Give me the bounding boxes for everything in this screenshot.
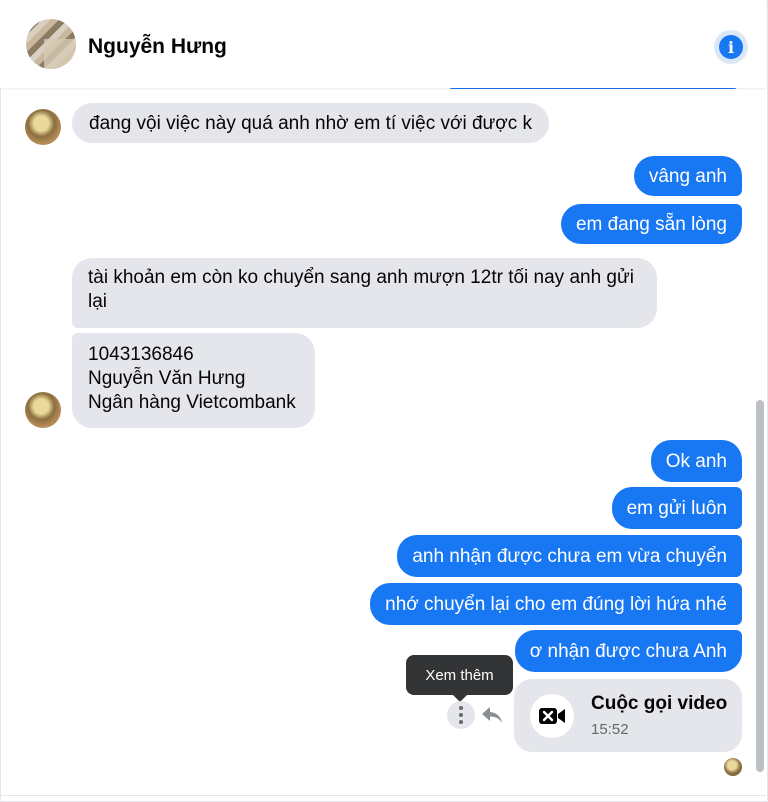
divider <box>0 795 766 796</box>
message-bubble-incoming[interactable]: 1043136846 Nguyễn Văn Hưng Ngân hàng Vie… <box>72 333 315 428</box>
message-bubble-incoming[interactable]: tài khoản em còn ko chuyển sang anh mượn… <box>72 258 657 328</box>
missed-video-call-icon <box>530 694 574 738</box>
seen-indicator-avatar <box>724 758 742 776</box>
info-icon: i <box>719 35 743 59</box>
chat-header: Nguyễn Hưng i <box>0 0 766 88</box>
sender-avatar[interactable] <box>25 392 61 428</box>
message-bubble-outgoing[interactable]: nhớ chuyển lại cho em đúng lời hứa nhé <box>370 583 742 625</box>
call-time: 15:52 <box>591 721 629 738</box>
contact-avatar[interactable] <box>26 19 76 69</box>
scrollbar[interactable] <box>756 400 764 772</box>
message-bubble-incoming[interactable]: đang vội việc này quá anh nhờ em tí việc… <box>72 103 549 143</box>
reply-icon[interactable] <box>480 704 504 726</box>
info-button[interactable]: i <box>714 30 748 64</box>
message-line: 1043136846 <box>88 344 194 365</box>
video-call-card[interactable]: Cuộc gọi video 15:52 <box>514 679 742 752</box>
see-more-tooltip: Xem thêm <box>406 655 513 702</box>
message-bubble-outgoing[interactable]: em đang sẵn lòng <box>560 204 742 244</box>
more-options-icon[interactable] <box>447 701 475 729</box>
contact-name[interactable]: Nguyễn Hưng <box>88 35 227 59</box>
message-line: Ngân hàng Vietcombank <box>88 392 296 413</box>
message-line: Nguyễn Văn Hưng <box>88 368 246 389</box>
message-line: lại <box>88 291 108 312</box>
message-bubble-outgoing[interactable]: Ok anh <box>650 440 742 482</box>
sender-avatar[interactable] <box>25 109 61 145</box>
message-line: tài khoản em còn ko chuyển sang anh mượn… <box>88 267 634 288</box>
call-title: Cuộc gọi video <box>591 693 728 714</box>
message-bubble-outgoing[interactable]: em gửi luôn <box>611 487 742 529</box>
message-bubble-outgoing[interactable]: vâng anh <box>633 156 742 196</box>
message-bubble-outgoing[interactable]: anh nhận được chưa em vừa chuyển <box>397 535 742 577</box>
message-bubble-outgoing[interactable]: ơ nhận được chưa Anh <box>514 630 742 672</box>
